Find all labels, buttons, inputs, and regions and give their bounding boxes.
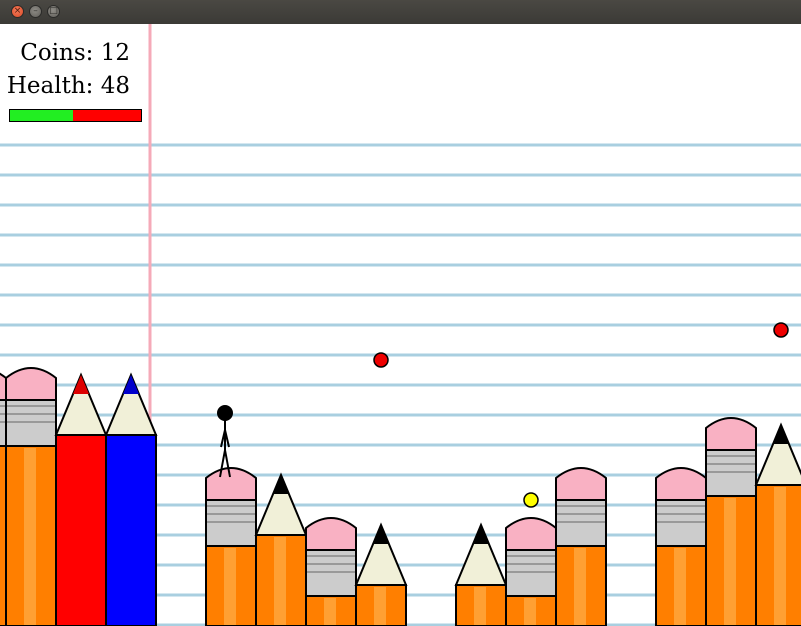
health-bar-fill (10, 110, 73, 121)
health-bar (9, 109, 142, 122)
close-icon[interactable]: × (11, 5, 24, 18)
sharpened-pencil (254, 472, 308, 626)
eraser-pencil (705, 417, 757, 626)
eraser-pencil (305, 517, 357, 626)
sharpened-pencil (354, 522, 408, 626)
sharpened-pencil (454, 522, 508, 626)
red-orb (373, 352, 389, 368)
health-counter: Health: 48 (6, 73, 130, 99)
sharpened-pencil (54, 372, 108, 626)
eraser-pencil (655, 467, 707, 626)
coin (523, 492, 539, 508)
eraser-pencil (5, 367, 57, 626)
red-orb (773, 322, 789, 338)
eraser-pencil (555, 467, 607, 626)
pencil-platforms (0, 367, 801, 626)
maximize-icon[interactable]: □ (47, 5, 60, 18)
eraser-pencil (505, 517, 557, 626)
stick-figure-player (217, 405, 233, 478)
eraser-pencil (205, 467, 257, 626)
window-titlebar: × – □ (0, 0, 801, 24)
coins-counter: Coins: 12 (20, 40, 130, 66)
sharpened-pencil (754, 422, 801, 626)
minimize-icon[interactable]: – (29, 5, 42, 18)
